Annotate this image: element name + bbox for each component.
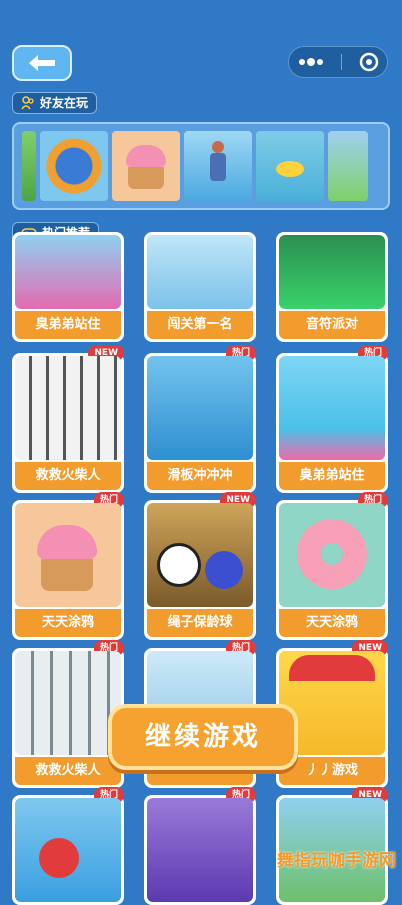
capsule-divider <box>340 54 342 70</box>
friend-game-thumb[interactable] <box>22 131 36 201</box>
game-card-title: 音符派对 <box>279 311 385 339</box>
game-card[interactable]: NEW 绳子保龄球 <box>144 492 256 640</box>
game-card-image <box>15 651 121 755</box>
game-card-image <box>15 356 121 460</box>
game-card[interactable]: 热门 臭弟弟站住 <box>276 345 388 493</box>
watermark: 舞指玩咖手游网 <box>277 851 396 871</box>
game-card[interactable]: 热门 <box>144 787 256 905</box>
close-circle-icon[interactable] <box>359 52 379 72</box>
game-card-title: 绳子保龄球 <box>147 609 253 637</box>
game-card-image <box>147 503 253 607</box>
game-card-image <box>15 503 121 607</box>
game-card[interactable]: 热门 <box>12 787 124 905</box>
game-card-image <box>15 798 121 902</box>
game-card[interactable]: 闯关第一名 <box>144 232 256 342</box>
game-card-image <box>15 235 121 309</box>
game-card-title: 臭弟弟站住 <box>15 311 121 339</box>
game-card-title: 救救火柴人 <box>15 462 121 490</box>
game-card-image <box>147 798 253 902</box>
game-card[interactable]: 热门 救救火柴人 <box>12 640 124 788</box>
friend-game-thumb[interactable] <box>256 131 324 201</box>
game-card[interactable]: 臭弟弟站住 <box>12 232 124 342</box>
game-card[interactable]: 热门 天天涂鸦 <box>276 492 388 640</box>
mini-program-capsule <box>288 46 388 78</box>
game-card-title: 滑板冲冲冲 <box>147 462 253 490</box>
game-card-title: 救救火柴人 <box>15 757 121 785</box>
back-button[interactable] <box>12 45 72 81</box>
friend-game-thumb[interactable] <box>184 131 252 201</box>
game-card-title: 天天涂鸦 <box>279 609 385 637</box>
game-card-title: 闯关第一名 <box>147 311 253 339</box>
game-card-title: 天天涂鸦 <box>15 609 121 637</box>
game-card-image <box>147 235 253 309</box>
game-card-image <box>147 356 253 460</box>
game-card-title: 臭弟弟站住 <box>279 462 385 490</box>
friend-game-thumb[interactable] <box>112 131 180 201</box>
game-card[interactable]: NEW 救救火柴人 <box>12 345 124 493</box>
friends-playing-label: 好友在玩 <box>12 92 98 114</box>
game-card-image <box>279 356 385 460</box>
game-card[interactable]: 热门 天天涂鸦 <box>12 492 124 640</box>
game-card[interactable]: 热门 滑板冲冲冲 <box>144 345 256 493</box>
friends-section-title: 好友在玩 <box>40 96 89 110</box>
arrow-left-icon <box>29 55 55 71</box>
friends-icon <box>21 96 34 110</box>
more-dots-icon[interactable] <box>298 57 324 67</box>
continue-game-button[interactable]: 继续游戏 <box>108 704 298 770</box>
game-card[interactable]: 音符派对 <box>276 232 388 342</box>
friend-game-thumb[interactable] <box>40 131 108 201</box>
game-card-image <box>279 503 385 607</box>
friend-game-thumb[interactable] <box>328 131 368 201</box>
friends-playing-strip <box>12 122 390 210</box>
game-card-image <box>279 235 385 309</box>
